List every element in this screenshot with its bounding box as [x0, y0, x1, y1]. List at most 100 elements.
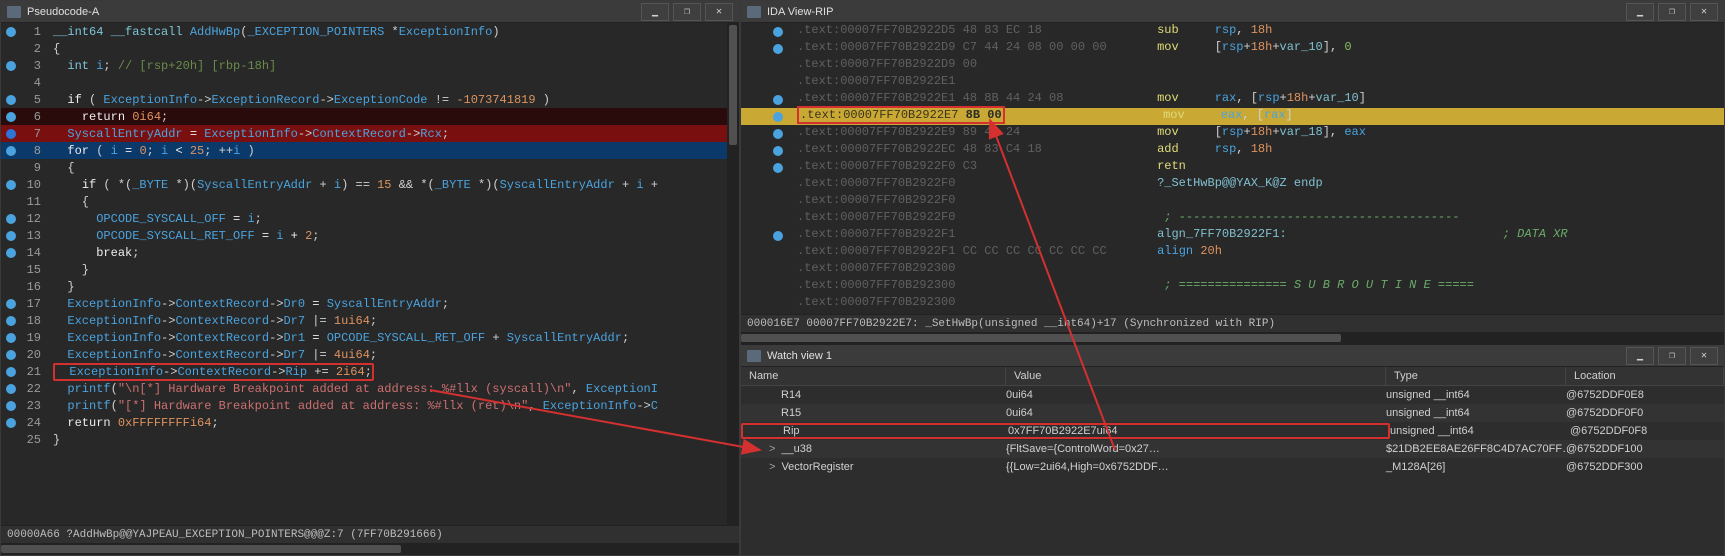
line-number: 11	[21, 195, 49, 209]
disasm-line[interactable]: .text:00007FF70B2922E7 8B 00 mov eax, [r…	[741, 108, 1724, 125]
disasm-line[interactable]: .text:00007FF70B2922E9 89 44 24 mov [rsp…	[741, 125, 1724, 142]
breakpoint-icon[interactable]	[6, 146, 16, 156]
close-button[interactable]: ✕	[1690, 3, 1718, 21]
code-line[interactable]: 1__int64 __fastcall AddHwBp(_EXCEPTION_P…	[1, 23, 739, 40]
breakpoint-icon[interactable]	[6, 350, 16, 360]
code-line[interactable]: 18 ExceptionInfo->ContextRecord->Dr7 |= …	[1, 312, 739, 329]
disasm-line[interactable]: .text:00007FF70B2922F0 ?_SetHwBp@@YAX_K@…	[741, 176, 1724, 193]
code-line[interactable]: 22 printf("\n[*] Hardware Breakpoint add…	[1, 380, 739, 397]
disasm-line[interactable]: .text:00007FF70B2922F1 CC CC CC CC CC CC…	[741, 244, 1724, 261]
code-line[interactable]: 13 OPCODE_SYSCALL_RET_OFF = i + 2;	[1, 227, 739, 244]
breakpoint-icon[interactable]	[6, 129, 16, 139]
line-number: 4	[21, 76, 49, 90]
code-line[interactable]: 5 if ( ExceptionInfo->ExceptionRecord->E…	[1, 91, 739, 108]
breakpoint-icon[interactable]	[773, 112, 783, 122]
col-value[interactable]: Value	[1006, 367, 1386, 385]
disasm-line[interactable]: .text:00007FF70B2922F1 algn_7FF70B2922F1…	[741, 227, 1724, 244]
breakpoint-icon[interactable]	[6, 112, 16, 122]
breakpoint-icon[interactable]	[6, 231, 16, 241]
watch-row[interactable]: >__u38{FltSave={ControlWord=0x27…$21DB2E…	[741, 440, 1724, 458]
breakpoint-icon[interactable]	[6, 214, 16, 224]
breakpoint-icon[interactable]	[6, 61, 16, 71]
restore-button[interactable]: ❐	[673, 3, 701, 21]
breakpoint-icon[interactable]	[773, 27, 783, 37]
breakpoint-icon[interactable]	[773, 231, 783, 241]
breakpoint-icon[interactable]	[6, 316, 16, 326]
watch-view-panel: Watch view 1 ▁ ❐ ✕ Name Value Type Locat…	[741, 344, 1724, 555]
code-line[interactable]: 17 ExceptionInfo->ContextRecord->Dr0 = S…	[1, 295, 739, 312]
code-line[interactable]: 20 ExceptionInfo->ContextRecord->Dr7 |= …	[1, 346, 739, 363]
code-line[interactable]: 21 ExceptionInfo->ContextRecord->Rip += …	[1, 363, 739, 380]
line-number: 22	[21, 382, 49, 396]
disasm-line[interactable]: .text:00007FF70B2922E1	[741, 74, 1724, 91]
restore-button[interactable]: ❐	[1658, 347, 1686, 365]
close-button[interactable]: ✕	[1690, 347, 1718, 365]
code-line[interactable]: 4	[1, 74, 739, 91]
pseudocode-code-area[interactable]: 1__int64 __fastcall AddHwBp(_EXCEPTION_P…	[1, 23, 739, 525]
disasm-line[interactable]: .text:00007FF70B2922D9 C7 44 24 08 00 00…	[741, 40, 1724, 57]
disasm-line[interactable]: .text:00007FF70B2922F0	[741, 193, 1724, 210]
disasm-line[interactable]: .text:00007FF70B2922D5 48 83 EC 18 sub r…	[741, 23, 1724, 40]
code-line[interactable]: 8 for ( i = 0; i < 25; ++i )	[1, 142, 739, 159]
breakpoint-icon[interactable]	[773, 146, 783, 156]
watch-row[interactable]: Rip0x7FF70B2922E7ui64unsigned __int64@67…	[741, 422, 1724, 440]
scrollbar-horizontal[interactable]	[741, 332, 1724, 344]
code-line[interactable]: 9 {	[1, 159, 739, 176]
breakpoint-icon[interactable]	[6, 333, 16, 343]
code-line[interactable]: 12 OPCODE_SYSCALL_OFF = i;	[1, 210, 739, 227]
watch-row[interactable]: >VectorRegister{{Low=2ui64,High=0x6752DD…	[741, 458, 1724, 476]
breakpoint-icon[interactable]	[773, 129, 783, 139]
breakpoint-icon[interactable]	[6, 95, 16, 105]
code-line[interactable]: 7 SyscallEntryAddr = ExceptionInfo->Cont…	[1, 125, 739, 142]
code-line[interactable]: 15 }	[1, 261, 739, 278]
breakpoint-icon[interactable]	[6, 367, 16, 377]
disasm-line[interactable]: .text:00007FF70B292300 ; ===============…	[741, 278, 1724, 295]
disasm-line[interactable]: .text:00007FF70B2922EC 48 83 C4 18 add r…	[741, 142, 1724, 159]
disasm-line[interactable]: .text:00007FF70B2922D9 00	[741, 57, 1724, 74]
scrollbar-vertical[interactable]	[727, 23, 739, 525]
breakpoint-icon[interactable]	[773, 163, 783, 173]
scrollbar-horizontal[interactable]	[1, 543, 739, 555]
breakpoint-icon[interactable]	[773, 95, 783, 105]
code-line[interactable]: 14 break;	[1, 244, 739, 261]
minimize-button[interactable]: ▁	[1626, 347, 1654, 365]
line-number: 14	[21, 246, 49, 260]
expand-icon[interactable]: >	[769, 443, 775, 455]
disasm-line[interactable]: .text:00007FF70B2922F0 ; ---------------…	[741, 210, 1724, 227]
col-name[interactable]: Name	[741, 367, 1006, 385]
col-location[interactable]: Location	[1566, 367, 1724, 385]
code-line[interactable]: 23 printf("[*] Hardware Breakpoint added…	[1, 397, 739, 414]
breakpoint-icon[interactable]	[6, 180, 16, 190]
disasm-line[interactable]: .text:00007FF70B292300	[741, 295, 1724, 312]
code-line[interactable]: 16 }	[1, 278, 739, 295]
code-line[interactable]: 2{	[1, 40, 739, 57]
disasm-line[interactable]: .text:00007FF70B292300	[741, 261, 1724, 278]
close-button[interactable]: ✕	[705, 3, 733, 21]
disasm-line[interactable]: .text:00007FF70B2922F0 C3 retn	[741, 159, 1724, 176]
watch-row[interactable]: R150ui64unsigned __int64@6752DDF0F0	[741, 404, 1724, 422]
code-line[interactable]: 25}	[1, 431, 739, 448]
expand-icon[interactable]: >	[769, 461, 775, 473]
ida-code-area[interactable]: .text:00007FF70B2922D5 48 83 EC 18 sub r…	[741, 23, 1724, 314]
code-line[interactable]: 11 {	[1, 193, 739, 210]
watch-row[interactable]: R140ui64unsigned __int64@6752DDF0E8	[741, 386, 1724, 404]
code-line[interactable]: 6 return 0i64;	[1, 108, 739, 125]
breakpoint-icon[interactable]	[773, 44, 783, 54]
breakpoint-icon[interactable]	[6, 27, 16, 37]
breakpoint-icon[interactable]	[6, 418, 16, 428]
minimize-button[interactable]: ▁	[641, 3, 669, 21]
code-line[interactable]: 24 return 0xFFFFFFFFi64;	[1, 414, 739, 431]
line-number: 10	[21, 178, 49, 192]
breakpoint-icon[interactable]	[6, 401, 16, 411]
line-number: 18	[21, 314, 49, 328]
restore-button[interactable]: ❐	[1658, 3, 1686, 21]
col-type[interactable]: Type	[1386, 367, 1566, 385]
line-number: 25	[21, 433, 49, 447]
breakpoint-icon[interactable]	[6, 248, 16, 258]
code-line[interactable]: 10 if ( *(_BYTE *)(SyscallEntryAddr + i)…	[1, 176, 739, 193]
breakpoint-icon[interactable]	[6, 384, 16, 394]
code-line[interactable]: 3 int i; // [rsp+20h] [rbp-18h]	[1, 57, 739, 74]
minimize-button[interactable]: ▁	[1626, 3, 1654, 21]
code-line[interactable]: 19 ExceptionInfo->ContextRecord->Dr1 = O…	[1, 329, 739, 346]
breakpoint-icon[interactable]	[6, 299, 16, 309]
